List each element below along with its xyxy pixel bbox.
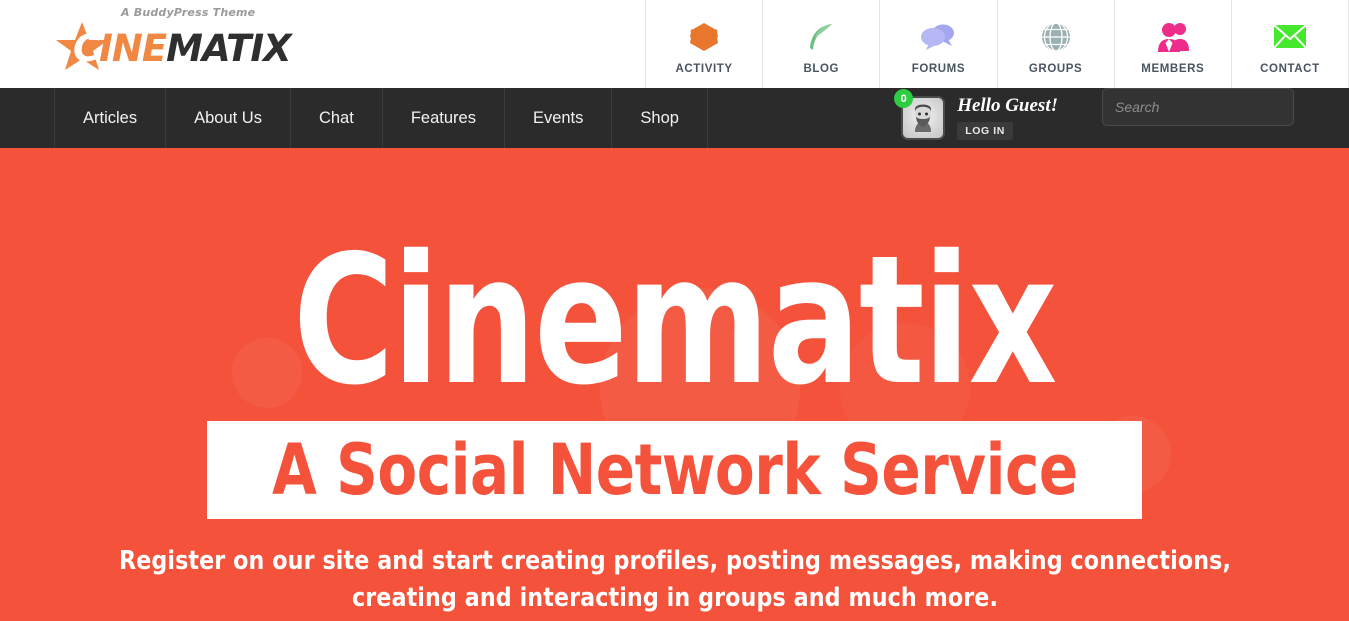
- logo-letters-ine: INE: [99, 26, 167, 70]
- envelope-icon: [1272, 18, 1308, 56]
- search-input[interactable]: [1103, 89, 1293, 125]
- nav-item-about-us[interactable]: About Us: [166, 88, 291, 148]
- hero-banner-text: A Social Network Service: [271, 429, 1078, 512]
- icon-nav-item-groups[interactable]: GROUPS: [996, 0, 1114, 88]
- site-header: A BuddyPress Theme CINEMATIX ACTIVITY BL…: [0, 0, 1349, 88]
- logo-tagline: A BuddyPress Theme: [121, 5, 256, 19]
- logo-letter-c: C: [73, 26, 100, 70]
- hero-banner: A Social Network Service: [207, 421, 1142, 520]
- avatar-wrapper[interactable]: 0: [894, 89, 946, 140]
- icon-nav-item-forums[interactable]: FORUMS: [879, 0, 996, 88]
- icon-nav: ACTIVITY BLOG FORUMS GROUPS MEMBERS CONT…: [645, 0, 1349, 88]
- site-logo[interactable]: A BuddyPress Theme CINEMATIX: [55, 6, 292, 73]
- nav-item-shop[interactable]: Shop: [612, 88, 708, 148]
- logo-area[interactable]: A BuddyPress Theme CINEMATIX: [0, 0, 645, 88]
- hero-section: Cinematix A Social Network Service Regis…: [0, 148, 1349, 621]
- icon-nav-label: GROUPS: [1028, 62, 1083, 75]
- icon-nav-item-contact[interactable]: CONTACT: [1230, 0, 1349, 88]
- page-root: A BuddyPress Theme CINEMATIX ACTIVITY BL…: [0, 0, 1349, 621]
- navbar-spacer: [708, 88, 901, 148]
- icon-nav-label: BLOG: [803, 62, 840, 75]
- greeting-block: Hello Guest! LOG IN: [957, 95, 1058, 140]
- icon-nav-item-activity[interactable]: ACTIVITY: [645, 0, 762, 88]
- navbar-menu: Articles About Us Chat Features Events S…: [55, 88, 708, 148]
- logo-text: A BuddyPress Theme CINEMATIX: [55, 6, 292, 70]
- navbar-left-spacer: [0, 88, 55, 148]
- hero-subtitle: Register on our site and start creating …: [118, 546, 1231, 613]
- nav-item-chat[interactable]: Chat: [291, 88, 383, 148]
- main-navbar: Articles About Us Chat Features Events S…: [0, 88, 1349, 148]
- nav-item-events[interactable]: Events: [505, 88, 613, 148]
- icon-nav-label: CONTACT: [1260, 62, 1320, 75]
- hero-title: Cinematix: [293, 217, 1057, 424]
- user-area: 0 Hello Guest! LOG IN: [894, 88, 1072, 148]
- icon-nav-label: ACTIVITY: [675, 62, 733, 75]
- nav-item-articles[interactable]: Articles: [55, 88, 167, 148]
- logo-wordmark: CINEMATIX: [73, 26, 292, 70]
- search-box: [1102, 88, 1294, 126]
- nav-item-features[interactable]: Features: [383, 88, 505, 148]
- hero-content: Cinematix A Social Network Service Regis…: [0, 148, 1349, 621]
- speech-bubbles-icon: [920, 18, 956, 56]
- icon-nav-label: FORUMS: [911, 62, 966, 75]
- layers-icon: [687, 18, 721, 56]
- greeting-text: Hello Guest!: [957, 95, 1058, 117]
- icon-nav-item-blog[interactable]: BLOG: [762, 0, 879, 88]
- globe-icon: [1040, 18, 1072, 56]
- feather-icon: [804, 18, 838, 56]
- logo-letters-matix: MATIX: [166, 26, 291, 70]
- login-button[interactable]: LOG IN: [957, 121, 1013, 140]
- people-icon: [1155, 18, 1191, 56]
- icon-nav-item-members[interactable]: MEMBERS: [1113, 0, 1231, 88]
- icon-nav-label: MEMBERS: [1141, 62, 1205, 75]
